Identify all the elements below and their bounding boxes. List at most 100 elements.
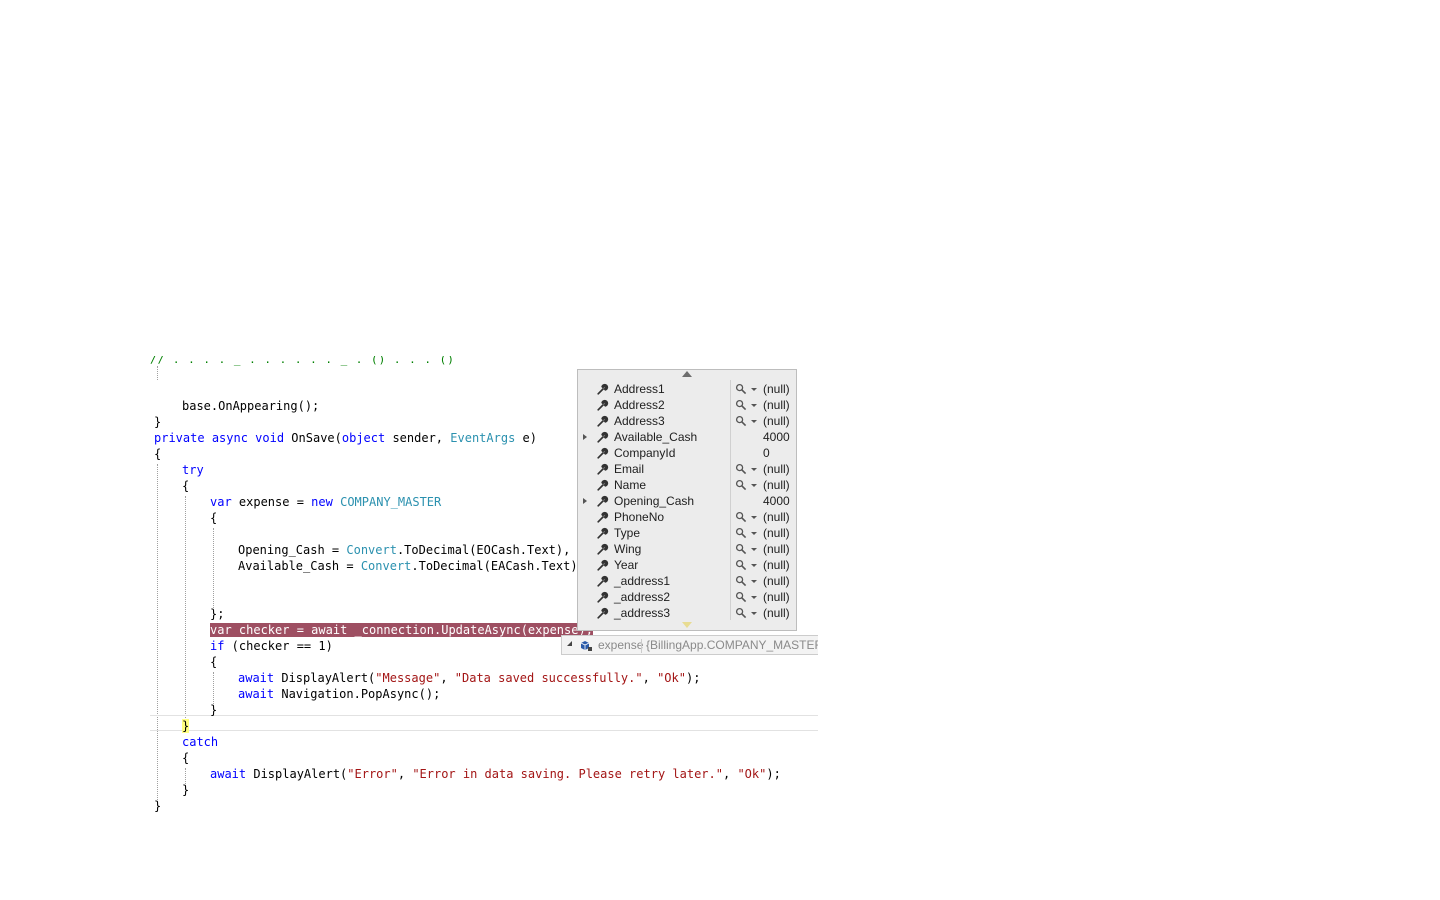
chevron-down-icon[interactable] xyxy=(751,516,757,519)
code-token: new xyxy=(311,495,333,509)
magnifier-icon[interactable] xyxy=(735,607,747,619)
datatip-row[interactable]: Wing (null) xyxy=(578,541,796,557)
code-line[interactable]: { xyxy=(182,478,189,494)
code-line[interactable]: await Navigation.PopAsync(); xyxy=(238,686,440,702)
code-text: } xyxy=(154,799,161,813)
code-line[interactable]: await DisplayAlert("Message", "Data save… xyxy=(238,670,700,686)
datatip-popup[interactable]: Address1 (null) Address2 (null) Address3 (nul… xyxy=(577,369,797,631)
code-token: , xyxy=(397,767,413,781)
code-token: } xyxy=(182,719,190,733)
property-name: Opening_Cash xyxy=(614,494,695,508)
code-line[interactable]: }; xyxy=(210,606,224,622)
indent-guide xyxy=(185,496,186,718)
datatip-row[interactable]: Address2 (null) xyxy=(578,397,796,413)
expand-arrow-icon[interactable] xyxy=(583,498,587,504)
code-line[interactable]: { xyxy=(154,446,161,462)
property-value: (null) xyxy=(763,510,790,524)
datatip-row[interactable]: _address1 (null) xyxy=(578,573,796,589)
property-value: 0 xyxy=(763,446,770,460)
chevron-down-icon[interactable] xyxy=(751,404,757,407)
code-line[interactable]: } xyxy=(154,414,161,430)
code-token: "Error in data saving. Please retry late… xyxy=(412,767,723,781)
datatip-row[interactable]: PhoneNo (null) xyxy=(578,509,796,525)
code-line[interactable]: } xyxy=(210,702,217,718)
code-text: { xyxy=(182,479,189,493)
chevron-down-icon[interactable] xyxy=(751,388,757,391)
datatip-row[interactable]: Year (null) xyxy=(578,557,796,573)
expand-arrow-icon[interactable] xyxy=(583,434,587,440)
code-line[interactable]: var expense = new COMPANY_MASTER xyxy=(210,494,441,510)
code-line[interactable]: } xyxy=(182,718,190,734)
code-line[interactable]: { xyxy=(182,750,189,766)
property-name: _address1 xyxy=(614,574,671,588)
magnifier-icon[interactable] xyxy=(735,399,747,411)
datatip-row[interactable]: Opening_Cash 4000 xyxy=(578,493,796,509)
datatip-row[interactable]: Email (null) xyxy=(578,461,796,477)
magnifier-icon[interactable] xyxy=(735,575,747,587)
code-token: .ToDecimal(EACash.Text) xyxy=(411,559,578,573)
code-line[interactable]: Opening_Cash = Convert.ToDecimal(EOCash.… xyxy=(238,542,570,558)
wrench-icon xyxy=(597,399,609,411)
datatip-row[interactable]: _address2 (null) xyxy=(578,589,796,605)
code-line[interactable]: } xyxy=(154,798,161,814)
code-token: object xyxy=(341,431,386,445)
code-token: checker = xyxy=(231,623,312,637)
collapse-corner-icon[interactable] xyxy=(567,641,572,646)
code-line[interactable]: Available_Cash = Convert.ToDecimal(EACas… xyxy=(238,558,578,574)
wrench-icon xyxy=(597,463,609,475)
chevron-down-icon[interactable] xyxy=(751,548,757,551)
magnifier-icon[interactable] xyxy=(735,511,747,523)
magnifier-icon[interactable] xyxy=(735,479,747,491)
chevron-down-icon[interactable] xyxy=(751,612,757,615)
datatip-row[interactable]: Available_Cash 4000 xyxy=(578,429,796,445)
datatip-scroll-up[interactable] xyxy=(578,370,796,380)
datatip-row[interactable]: Address1 (null) xyxy=(578,381,796,397)
datatip-row[interactable]: _address3 (null) xyxy=(578,605,796,621)
datatip-row[interactable]: Type (null) xyxy=(578,525,796,541)
code-line[interactable]: await DisplayAlert("Error", "Error in da… xyxy=(210,766,781,782)
wrench-icon xyxy=(597,543,609,555)
code-line[interactable]: catch xyxy=(182,734,218,750)
chevron-down-icon[interactable] xyxy=(751,580,757,583)
indent-guide xyxy=(213,672,214,706)
code-token: await xyxy=(210,767,247,781)
magnifier-icon[interactable] xyxy=(735,559,747,571)
code-token: ); xyxy=(685,671,701,685)
magnifier-icon[interactable] xyxy=(735,527,747,539)
code-line[interactable]: } xyxy=(182,782,189,798)
code-line[interactable]: { xyxy=(210,510,217,526)
magnifier-icon[interactable] xyxy=(735,591,747,603)
chevron-down-icon[interactable] xyxy=(751,468,757,471)
code-token: "Ok" xyxy=(657,671,686,685)
chevron-down-icon[interactable] xyxy=(751,420,757,423)
code-text: base.OnAppearing(); xyxy=(182,399,319,413)
code-line[interactable]: private async void OnSave(object sender,… xyxy=(154,430,537,446)
code-line-breakpoint[interactable]: var checker = await _connection.UpdateAs… xyxy=(210,622,593,638)
property-value: (null) xyxy=(763,526,790,540)
magnifier-icon[interactable] xyxy=(735,463,747,475)
datatip-row[interactable]: Address3 (null) xyxy=(578,413,796,429)
datatip-row[interactable]: CompanyId 0 xyxy=(578,445,796,461)
code-line[interactable]: try xyxy=(182,462,204,478)
chevron-down-icon[interactable] xyxy=(751,564,757,567)
datatip-row[interactable]: Name (null) xyxy=(578,477,796,493)
datatip-header[interactable]: expense {BillingApp.COMPANY_MASTER} xyxy=(561,635,818,655)
code-line[interactable]: if (checker == 1) xyxy=(210,638,333,654)
chevron-down-icon[interactable] xyxy=(751,532,757,535)
code-token: var xyxy=(210,623,232,637)
code-token: _connection.UpdateAsync(expense); xyxy=(347,623,593,637)
datatip-scroll-down[interactable] xyxy=(578,620,796,630)
code-text: await DisplayAlert("Error", "Error in da… xyxy=(210,767,781,781)
chevron-down-icon[interactable] xyxy=(751,596,757,599)
magnifier-icon[interactable] xyxy=(735,543,747,555)
chevron-down-icon[interactable] xyxy=(751,484,757,487)
property-value: (null) xyxy=(763,558,790,572)
code-line[interactable]: base.OnAppearing(); xyxy=(182,398,319,414)
code-text: if (checker == 1) xyxy=(210,639,333,653)
code-line[interactable]: { xyxy=(210,654,217,670)
magnifier-icon[interactable] xyxy=(735,383,747,395)
code-token: } xyxy=(210,703,218,717)
property-name: Address1 xyxy=(614,382,665,396)
magnifier-icon[interactable] xyxy=(735,415,747,427)
